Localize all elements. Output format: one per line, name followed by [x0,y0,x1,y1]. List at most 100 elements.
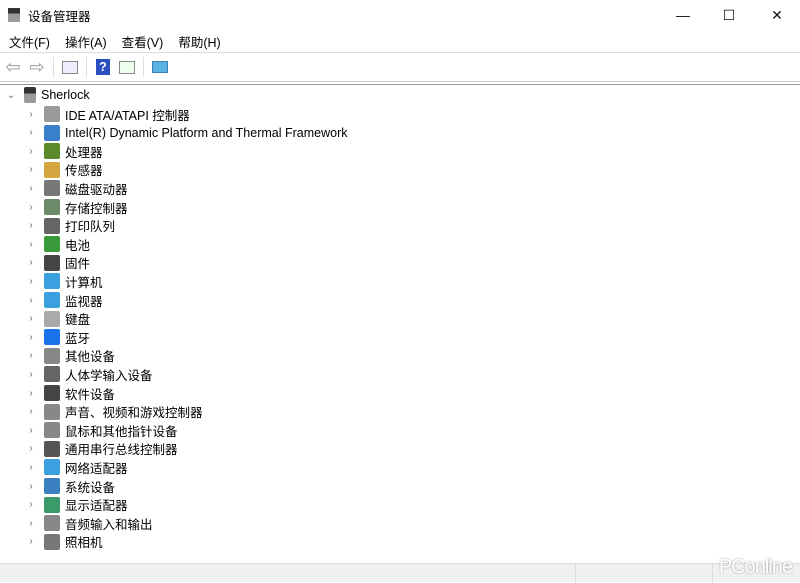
disk-drive-icon [44,180,60,196]
tree-item-label: 键盘 [65,309,90,328]
chevron-right-icon[interactable]: › [24,518,38,529]
chevron-right-icon[interactable]: › [24,127,38,138]
tree-item[interactable]: › 其他设备 [24,347,115,365]
display-adapter-icon [44,497,60,513]
processor-icon [44,143,60,159]
chevron-right-icon[interactable]: › [24,295,38,306]
keyboard-icon [44,311,60,327]
back-icon[interactable]: ⇦ [3,57,23,77]
tree-item-label: 声音、视频和游戏控制器 [65,402,203,421]
tree-item[interactable]: › 声音、视频和游戏控制器 [24,403,203,421]
hid-icon [44,366,60,382]
tree-item[interactable]: ›网络适配器 [24,458,128,476]
tree-item-label: 处理器 [65,142,103,161]
tree-item-label: 音频输入和输出 [65,514,153,533]
tree-item-label: 鼠标和其他指针设备 [65,421,178,440]
chevron-right-icon[interactable]: › [24,499,38,510]
tree-item[interactable]: ›系统设备 [24,477,115,495]
close-button[interactable]: ✕ [754,0,800,30]
device-tree: ⌄ Sherlock › IDE ATA/ATAPI 控制器 › Intel(R) D… [0,84,800,563]
chevron-right-icon[interactable]: › [24,146,38,157]
chevron-right-icon[interactable]: › [24,462,38,473]
tree-item-label: 蓝牙 [65,328,90,347]
tree-item[interactable]: › 计算机 [24,272,103,290]
chevron-right-icon[interactable]: › [24,388,38,399]
chevron-right-icon[interactable]: › [24,350,38,361]
tree-item[interactable]: ›显示适配器 [24,496,128,514]
toolbar-divider [143,57,144,77]
forward-icon[interactable]: ⇨ [27,57,47,77]
audio-io-icon [44,515,60,531]
storage-controller-icon [44,199,60,215]
scan-hardware-icon[interactable] [150,57,170,77]
chevron-right-icon[interactable]: › [24,443,38,454]
menu-file[interactable]: 文件(F) [3,32,56,51]
chevron-right-icon[interactable]: › [24,481,38,492]
menu-help[interactable]: 帮助(H) [172,32,226,51]
tree-item[interactable]: › 音频输入和输出 [24,514,153,532]
chevron-right-icon[interactable]: › [24,257,38,268]
tree-item-label: IDE ATA/ATAPI 控制器 [65,105,190,124]
tree-item[interactable]: ›软件设备 [24,384,115,402]
maximize-button[interactable]: ☐ [706,0,752,30]
menu-bar: 文件(F) 操作(A) 查看(V) 帮助(H) [0,30,800,52]
help-icon[interactable]: ? [93,57,113,77]
toolbar-divider [86,57,87,77]
printer-icon [44,218,60,234]
tree-item[interactable]: ›打印队列 [24,217,115,235]
monitor-icon [44,292,60,308]
chevron-right-icon[interactable]: › [24,536,38,547]
usb-icon [44,441,60,457]
tree-item[interactable]: › 电池 [24,235,90,253]
tree-item[interactable]: ›传感器 [24,161,103,179]
title-bar: 设备管理器 — ☐ ✕ [0,0,800,30]
menu-view[interactable]: 查看(V) [116,32,170,51]
chevron-right-icon[interactable]: › [24,406,38,417]
tree-item[interactable]: › IDE ATA/ATAPI 控制器 [24,105,190,123]
tree-item-label: 人体学输入设备 [65,365,153,384]
tree-item[interactable]: › 磁盘驱动器 [24,179,128,197]
chevron-right-icon[interactable]: › [24,425,38,436]
thermal-framework-icon [44,125,60,141]
chevron-right-icon[interactable]: › [24,332,38,343]
status-divider [575,564,576,583]
bluetooth-icon [44,329,60,345]
tree-item[interactable]: › Intel(R) Dynamic Platform and Thermal F… [24,124,347,142]
tree-item[interactable]: ›照相机 [24,533,103,551]
chevron-right-icon[interactable]: › [24,239,38,250]
tree-item[interactable]: › 蓝牙 [24,328,90,346]
tree-item[interactable]: › 鼠标和其他指针设备 [24,421,178,439]
tree-item-label: 电池 [65,235,90,254]
chevron-right-icon[interactable]: › [24,313,38,324]
tree-item[interactable]: › 处理器 [24,142,103,160]
tree-item-label: 通用串行总线控制器 [65,439,178,458]
menu-action[interactable]: 操作(A) [59,32,113,51]
minimize-button[interactable]: — [660,0,706,30]
tree-root[interactable]: ⌄ Sherlock [4,86,90,104]
tree-item-label: 计算机 [65,272,103,291]
tree-item-label: 其他设备 [65,346,115,365]
chevron-right-icon[interactable]: › [24,220,38,231]
chevron-right-icon[interactable]: › [24,109,38,120]
properties-icon[interactable] [117,57,137,77]
tree-item[interactable]: › 键盘 [24,310,90,328]
tree-item[interactable]: › 人体学输入设备 [24,365,153,383]
show-hide-console-tree-icon[interactable] [60,57,80,77]
toolbar: ⇦ ⇨ ? [0,52,800,82]
tree-item-label: 磁盘驱动器 [65,179,128,198]
chevron-right-icon[interactable]: › [24,276,38,287]
tree-item[interactable]: ›监视器 [24,291,103,309]
sound-icon [44,404,60,420]
chevron-right-icon[interactable]: › [24,164,38,175]
battery-icon [44,236,60,252]
tree-item[interactable]: ›固件 [24,254,90,272]
network-adapter-icon [44,459,60,475]
tree-item[interactable]: ›存储控制器 [24,198,128,216]
chevron-down-icon[interactable]: ⌄ [4,90,18,101]
chevron-right-icon[interactable]: › [24,183,38,194]
chevron-right-icon[interactable]: › [24,369,38,380]
tree-item-label: Intel(R) Dynamic Platform and Thermal Fr… [65,126,347,140]
tree-item[interactable]: › 通用串行总线控制器 [24,440,178,458]
chevron-right-icon[interactable]: › [24,202,38,213]
computer-icon [44,273,60,289]
